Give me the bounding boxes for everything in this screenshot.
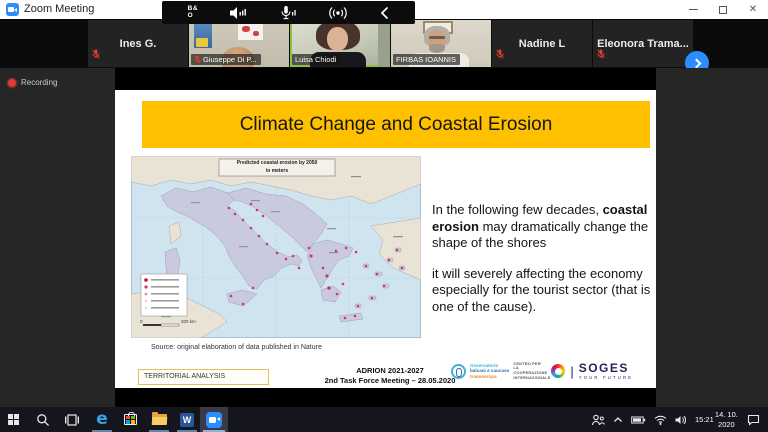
wall-object-yellow (196, 38, 208, 47)
muted-mic-icon (92, 46, 100, 64)
volume-tray-button[interactable] (671, 407, 691, 432)
participant-tile-luisa[interactable]: Luisa Chiodi (290, 20, 390, 67)
action-center-button[interactable] (743, 407, 768, 432)
coastal-erosion-map: Predicted coastal erosion by 2050 in met… (131, 156, 421, 338)
speaker-icon (675, 415, 687, 425)
speaker-volume-icon[interactable] (229, 5, 247, 21)
word-icon: W (180, 413, 194, 427)
start-button[interactable] (0, 407, 26, 432)
windows-taskbar: e W (0, 407, 768, 432)
taskbar-clock[interactable]: 15:21 14. 10. 2020 (691, 407, 743, 432)
participant-name-label: Luisa Chiodi (292, 54, 340, 66)
zoom-app-icon (6, 3, 19, 16)
soges-logo-text: SOGES YOUR FUTURE (579, 362, 633, 380)
minimize-button[interactable] (678, 0, 708, 19)
participant-filmstrip: Ines G. Giuseppe Di P... (0, 19, 768, 68)
broadcast-signal-icon[interactable] (328, 5, 348, 21)
chevron-up-icon (613, 416, 623, 424)
clock-time: 15:21 (695, 415, 714, 424)
partner-logos: Osservatorio balcani e caucaso transeuro… (451, 358, 633, 384)
close-icon: ✕ (749, 5, 757, 15)
file-explorer-taskbar-button[interactable] (146, 407, 172, 432)
battery-icon (631, 415, 646, 425)
store-taskbar-button[interactable] (117, 407, 143, 432)
participant-name-label: FIRBAS IOANNIS (393, 54, 460, 66)
map-scale-label: 200 km (181, 319, 196, 324)
participant-tile-nadine[interactable]: Nadine L (492, 20, 592, 67)
participant-face (327, 27, 348, 51)
edge-icon: e (96, 411, 108, 428)
recording-dot-icon (8, 79, 16, 87)
search-icon (36, 413, 50, 427)
chevron-right-icon (691, 58, 701, 68)
shared-screen: Climate Change and Coastal Erosion (115, 68, 656, 407)
minimize-icon (689, 9, 698, 10)
map-scale-zero: 0 (140, 319, 143, 324)
participant-tile-giuseppe[interactable]: Giuseppe Di P... (189, 20, 289, 67)
paragraph-1: In the following few decades, coastal er… (432, 202, 652, 252)
taskbar-search-button[interactable] (30, 407, 56, 432)
zoom-taskbar-button[interactable] (200, 407, 228, 432)
muted-mic-icon (597, 46, 605, 64)
task-view-button[interactable] (59, 407, 85, 432)
logo-separator: | (570, 364, 573, 379)
participant-name: Ines G. (120, 38, 157, 50)
bang-olufsen-logo: B& O (188, 6, 198, 20)
collapse-chevron-left-icon[interactable] (379, 6, 389, 20)
window-controls: ✕ (678, 0, 768, 19)
folder-icon (152, 414, 167, 425)
task-view-icon (65, 414, 79, 426)
recording-label: Recording (21, 78, 57, 87)
maximize-button[interactable] (708, 0, 738, 19)
participant-name-label: Giuseppe Di P... (191, 54, 261, 66)
wall-poster-map (237, 22, 264, 41)
muted-mic-icon (496, 46, 504, 64)
maximize-icon (719, 6, 727, 14)
participant-tile-ines[interactable]: Ines G. (88, 20, 188, 67)
muted-mic-icon (194, 55, 201, 64)
participant-tile-eleonora[interactable]: Eleonora Trama... (593, 20, 693, 67)
participant-tile-firbas[interactable]: FIRBAS IOANNIS (391, 20, 491, 67)
people-icon (591, 414, 605, 426)
participant-glasses (429, 36, 445, 39)
soges-ring-icon (551, 364, 565, 378)
battery-tray-button[interactable] (627, 407, 650, 432)
close-button[interactable]: ✕ (738, 0, 768, 19)
map-source-note: Source: original elaboration of data pub… (151, 343, 331, 352)
slide-title-banner: Climate Change and Coastal Erosion (142, 101, 650, 148)
osservatorio-logo-text: Osservatorio balcani e caucaso transeuro… (470, 363, 509, 379)
zoom-meeting-window: Zoom Meeting ✕ B& O (0, 0, 768, 432)
participant-name: Nadine L (519, 38, 565, 50)
paragraph-2: it will severely affecting the economy e… (432, 266, 652, 316)
wifi-tray-button[interactable] (650, 407, 671, 432)
background-door (378, 20, 390, 67)
microphone-icon[interactable] (279, 5, 297, 21)
wifi-icon (654, 415, 667, 425)
meeting-stage: Recording Climate Change and Coastal Ero… (0, 68, 768, 407)
word-taskbar-button[interactable]: W (174, 407, 200, 432)
window-title: Zoom Meeting (24, 3, 94, 15)
slide-body-text: In the following few decades, coastal er… (432, 202, 652, 315)
participant-beard (429, 44, 445, 53)
microsoft-store-icon (124, 414, 137, 425)
presentation-slide: Climate Change and Coastal Erosion (115, 90, 656, 388)
windows-logo-icon (8, 414, 19, 425)
show-hidden-icons-button[interactable] (609, 407, 627, 432)
system-tray: 15:21 14. 10. 2020 (587, 407, 768, 432)
audio-osd-toolbar: B& O (162, 1, 415, 24)
clock-date: 14. 10. 2020 (714, 410, 739, 429)
edge-taskbar-button[interactable]: e (89, 407, 115, 432)
osservatorio-logo-icon (451, 364, 466, 379)
territorial-analysis-box: TERRITORIAL ANALYSIS (138, 369, 269, 385)
map-title: Predicted coastal erosion by 2050 in met… (219, 159, 335, 176)
notification-icon (747, 414, 760, 426)
slide-title: Climate Change and Coastal Erosion (240, 114, 553, 136)
recording-indicator: Recording (8, 78, 57, 87)
centro-cooperazione-logo-text: CENTRO PER LA COOPERAZIONE INTERNAZIONAL… (513, 362, 547, 381)
people-tray-button[interactable] (587, 407, 609, 432)
zoom-icon (206, 412, 222, 428)
participant-name: Eleonora Trama... (597, 38, 689, 50)
next-participants-button[interactable] (685, 51, 709, 68)
